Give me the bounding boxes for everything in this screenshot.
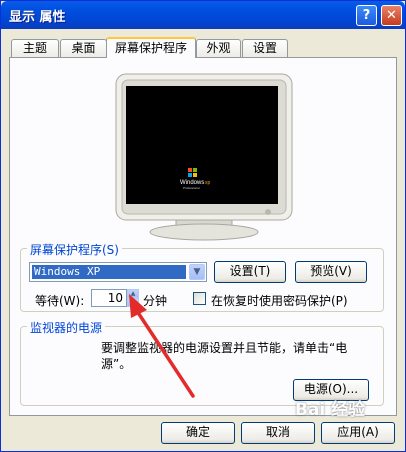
window-title: 显示 属性 <box>9 10 66 25</box>
preview-logo-sub: Professional <box>183 186 200 190</box>
preview-button[interactable]: 预览(V) <box>295 261 367 283</box>
settings-button[interactable]: 设置(T) <box>214 261 286 283</box>
tab-screensaver[interactable]: 屏幕保护程序 <box>106 37 196 58</box>
tab-appearance[interactable]: 外观 <box>196 39 241 57</box>
tab-themes[interactable]: 主题 <box>11 39 59 57</box>
screensaver-select-value: Windows XP <box>32 265 186 279</box>
ok-button[interactable]: 确定 <box>161 422 235 444</box>
screensaver-panel: Windows xp Professional 屏幕保护程序(S) Window… <box>9 57 397 416</box>
preview-logo-xp: xp <box>205 180 211 186</box>
red-arrow-annotation <box>129 294 195 398</box>
monitor-preview: Windows xp Professional <box>115 73 293 241</box>
screensaver-group-label: 屏幕保护程序(S) <box>27 241 122 258</box>
chevron-down-icon[interactable]: ▼ <box>189 264 205 280</box>
screensaver-select[interactable]: Windows XP ▼ <box>29 262 207 282</box>
wait-label: 等待(W): <box>35 294 85 308</box>
baidu-watermark: Bai 经验 <box>295 400 366 420</box>
apply-button[interactable]: 应用(A) <box>321 422 395 444</box>
title-bar[interactable]: 显示 属性 ? ✕ <box>1 1 405 29</box>
display-properties-window: 显示 属性 ? ✕ 主题 桌面 屏幕保护程序 外观 设置 Windows xp … <box>0 0 406 452</box>
close-button[interactable]: ✕ <box>381 5 402 26</box>
help-button[interactable]: ? <box>356 5 377 26</box>
power-group-label: 监视器的电源 <box>27 319 106 336</box>
tab-settings[interactable]: 设置 <box>242 39 288 57</box>
cancel-button[interactable]: 取消 <box>241 422 315 444</box>
password-label: 在恢复时使用密码保护(P) <box>211 294 348 308</box>
tab-desktop[interactable]: 桌面 <box>60 39 107 57</box>
